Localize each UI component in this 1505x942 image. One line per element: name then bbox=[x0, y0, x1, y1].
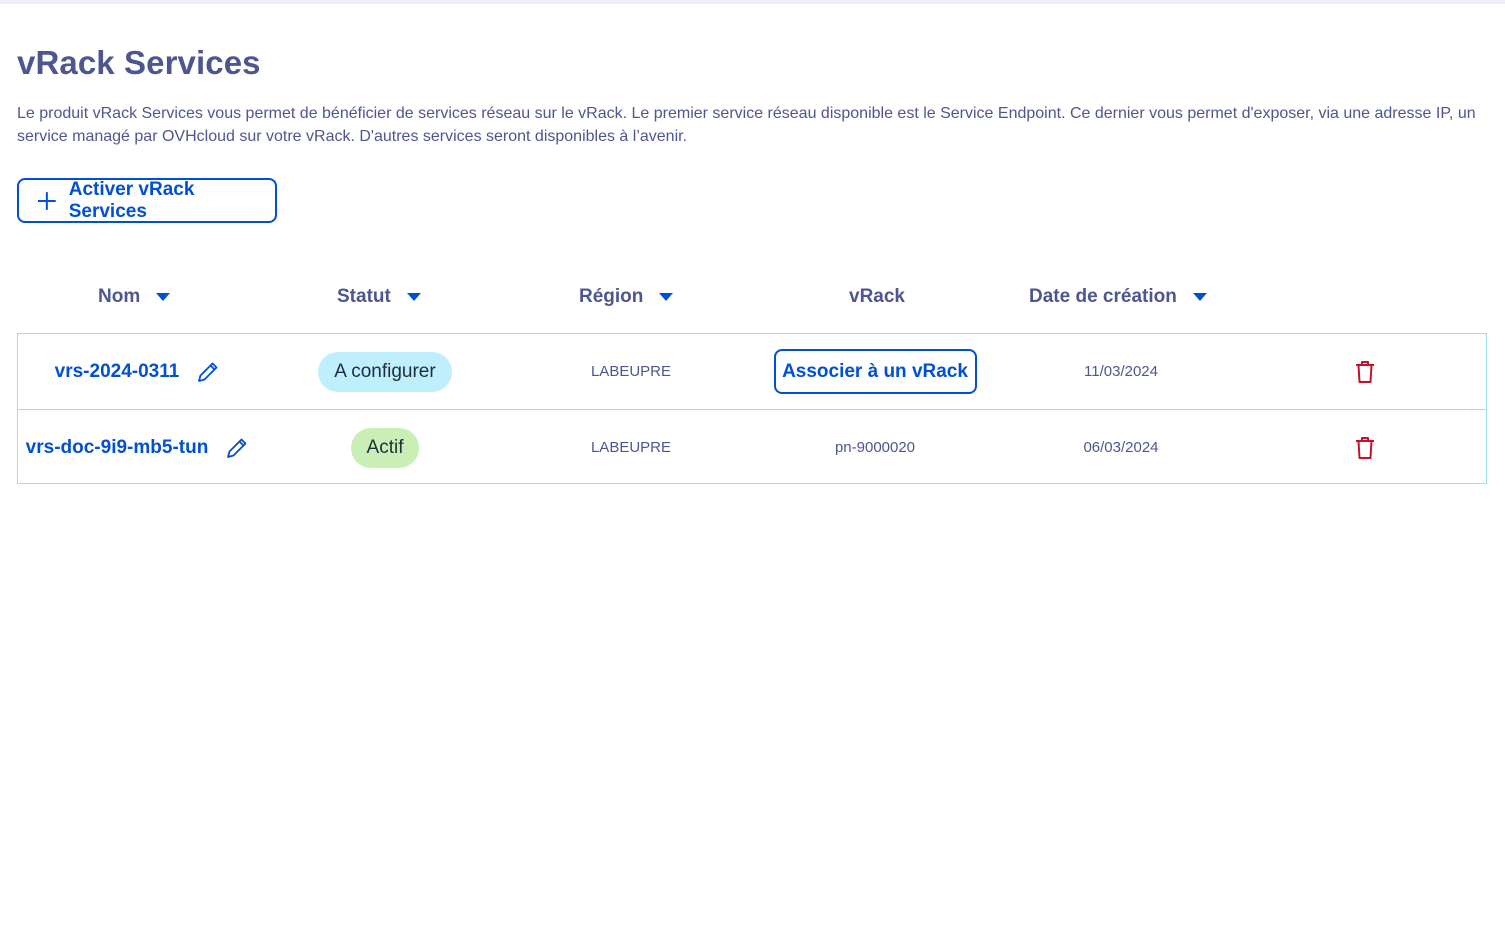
vrack-services-table: vrs-2024-0311 A configurer LABEUPRE Asso… bbox=[17, 333, 1487, 484]
page-description: Le produit vRack Services vous permet de… bbox=[17, 105, 1476, 145]
service-name-link[interactable]: vrs-doc-9i9-mb5-tun bbox=[26, 437, 209, 459]
created-cell: 11/03/2024 bbox=[1001, 334, 1241, 409]
status-badge: Actif bbox=[350, 427, 420, 468]
status-cell: A configurer bbox=[265, 334, 505, 409]
table-row: vrs-2024-0311 A configurer LABEUPRE Asso… bbox=[18, 334, 1486, 409]
column-header-name: Nom bbox=[98, 284, 171, 310]
column-header-created-label: Date de création bbox=[1029, 286, 1177, 307]
column-header-vrack: vRack bbox=[849, 284, 905, 310]
activate-button-label: Activer vRack Services bbox=[68, 178, 195, 222]
associate-vrack-button[interactable]: Associer à un vRack bbox=[773, 349, 977, 394]
column-header-name-label: Nom bbox=[98, 286, 141, 307]
caret-down-icon[interactable] bbox=[1192, 292, 1207, 302]
name-cell: vrs-doc-9i9-mb5-tun bbox=[18, 410, 258, 485]
vrack-cell: pn-9000020 bbox=[755, 410, 995, 485]
actions-cell bbox=[1345, 334, 1385, 409]
service-name-link[interactable]: vrs-2024-0311 bbox=[55, 361, 180, 383]
column-header-status-label: Statut bbox=[337, 286, 391, 307]
actions-cell bbox=[1345, 410, 1385, 485]
vrack-id: pn-9000020 bbox=[834, 439, 916, 456]
column-header-region: Région bbox=[579, 284, 674, 310]
column-header-status: Statut bbox=[337, 284, 421, 310]
region-cell: LABEUPRE bbox=[511, 410, 751, 485]
pencil-icon[interactable] bbox=[224, 435, 250, 461]
activate-vrack-services-button[interactable]: Activer vRack Services bbox=[17, 178, 277, 223]
region-cell: LABEUPRE bbox=[511, 334, 751, 409]
created-date: 06/03/2024 bbox=[1083, 439, 1159, 456]
trash-icon[interactable] bbox=[1354, 360, 1376, 384]
caret-down-icon[interactable] bbox=[659, 292, 674, 302]
caret-down-icon[interactable] bbox=[156, 292, 171, 302]
created-date: 11/03/2024 bbox=[1084, 363, 1158, 380]
trash-icon[interactable] bbox=[1354, 436, 1376, 460]
table-row: vrs-doc-9i9-mb5-tun Actif LABEUPRE pn-90… bbox=[18, 409, 1486, 485]
region-value: LABEUPRE bbox=[590, 439, 672, 456]
region-value: LABEUPRE bbox=[590, 363, 672, 380]
top-bar bbox=[0, 0, 1505, 4]
page-title: vRack Services bbox=[17, 44, 261, 81]
column-header-region-label: Région bbox=[579, 286, 644, 307]
column-header-created: Date de création bbox=[1029, 284, 1207, 310]
status-badge: A configurer bbox=[318, 351, 452, 392]
caret-down-icon[interactable] bbox=[406, 292, 421, 302]
column-header-vrack-label: vRack bbox=[849, 286, 905, 307]
plus-icon bbox=[37, 191, 56, 210]
name-cell: vrs-2024-0311 bbox=[28, 334, 248, 409]
status-cell: Actif bbox=[265, 410, 505, 485]
pencil-icon[interactable] bbox=[195, 359, 221, 385]
vrack-cell: Associer à un vRack bbox=[755, 334, 995, 409]
created-cell: 06/03/2024 bbox=[1001, 410, 1241, 485]
